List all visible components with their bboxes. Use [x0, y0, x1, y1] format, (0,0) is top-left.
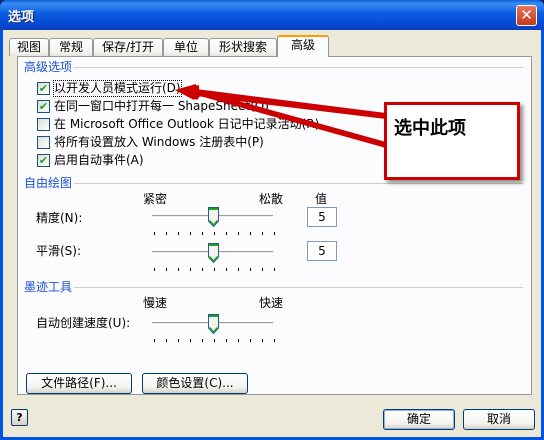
slider-tick — [190, 268, 191, 271]
annotation-callout: 选中此项 — [384, 102, 520, 180]
annotation-text: 选中此项 — [394, 118, 466, 139]
slider-tick — [178, 232, 179, 235]
tab-label: 保存/打开 — [101, 40, 155, 54]
tab-label: 视图 — [16, 40, 41, 54]
slider-tick — [214, 232, 215, 235]
checkbox-label: 在同一窗口中打开每一 ShapeSheet(O) — [54, 99, 269, 113]
help-button[interactable]: ? — [11, 409, 28, 426]
slider-tick — [250, 339, 251, 342]
tab-shape-search[interactable]: 形状搜索 — [209, 38, 277, 56]
tab-general[interactable]: 常规 — [49, 38, 93, 56]
checkbox-label: 以开发人员模式运行(D) — [53, 80, 182, 97]
smoothing-value-text: 5 — [318, 244, 326, 258]
slider-tick — [154, 232, 155, 235]
slider-tick — [166, 339, 167, 342]
slider-tick — [250, 232, 251, 235]
ink-tools-title: 墨迹工具 — [24, 280, 75, 294]
checkbox[interactable] — [37, 136, 50, 149]
slider-tick — [226, 339, 227, 342]
checkbox[interactable] — [37, 118, 50, 131]
group-divider — [73, 287, 523, 288]
loose-label: 松散 — [259, 192, 284, 206]
tab-view[interactable]: 视图 — [9, 38, 49, 56]
slider-tick — [274, 232, 275, 235]
tab-label: 高级 — [290, 38, 315, 52]
checkbox-label: 将所有设置放入 Windows 注册表中(P) — [54, 135, 264, 149]
slider-tick — [238, 232, 239, 235]
slider-tick — [226, 268, 227, 271]
button-label: 颜色设置(C)... — [156, 376, 234, 390]
slider-tick — [250, 268, 251, 271]
precision-value[interactable]: 5 — [307, 207, 337, 227]
slow-label: 慢速 — [143, 296, 168, 310]
tab-units[interactable]: 单位 — [163, 38, 209, 56]
precision-ticks — [154, 232, 275, 235]
precision-label: 精度(N): — [36, 211, 83, 225]
button-label: 文件路径(F)... — [41, 376, 117, 390]
slider-tick — [262, 268, 263, 271]
auto-speed-ticks — [154, 339, 275, 342]
slider-tick — [214, 339, 215, 342]
slider-tick — [178, 339, 179, 342]
advanced-options-title: 高级选项 — [24, 60, 75, 74]
close-button[interactable]: ✕ — [516, 5, 537, 26]
slider-tick — [166, 268, 167, 271]
slider-tick — [202, 268, 203, 271]
slider-tick — [202, 339, 203, 342]
title-bar[interactable]: 选项 ✕ — [0, 0, 544, 30]
options-dialog: 选项 ✕ 视图 常规 保存/打开 单位 形状搜索 高级 高级选项 ✔ 以开发人员… — [0, 0, 544, 440]
slider-tick — [154, 268, 155, 271]
group-divider — [73, 67, 523, 68]
tab-label: 单位 — [173, 40, 198, 54]
slider-tick — [166, 232, 167, 235]
slider-tick — [154, 339, 155, 342]
window-title: 选项 — [8, 10, 35, 25]
slider-tick — [262, 232, 263, 235]
fast-label: 快速 — [259, 296, 284, 310]
checkbox[interactable]: ✔ — [37, 100, 50, 113]
slider-tick — [214, 268, 215, 271]
slider-tick — [262, 339, 263, 342]
tab-label: 形状搜索 — [218, 40, 267, 54]
cancel-button[interactable]: 取消 — [463, 409, 535, 430]
checkbox-label: 启用自动事件(A) — [54, 153, 144, 167]
auto-speed-label: 自动创建速度(U): — [36, 316, 131, 330]
slider-tick — [274, 339, 275, 342]
group-divider — [73, 183, 523, 184]
button-label: 取消 — [486, 412, 511, 426]
file-paths-button[interactable]: 文件路径(F)... — [26, 373, 132, 394]
slider-tick — [226, 232, 227, 235]
help-icon: ? — [16, 411, 23, 424]
slider-tick — [178, 268, 179, 271]
precision-value-text: 5 — [318, 210, 326, 224]
checkbox[interactable]: ✔ — [37, 154, 50, 167]
slider-tick — [238, 339, 239, 342]
slider-tick — [190, 339, 191, 342]
tab-label: 常规 — [58, 40, 83, 54]
smoothing-value[interactable]: 5 — [307, 241, 337, 261]
slider-tick — [274, 268, 275, 271]
ok-button[interactable]: 确定 — [383, 409, 455, 430]
close-icon: ✕ — [520, 6, 533, 24]
auto-speed-slider-thumb[interactable] — [208, 314, 219, 334]
value-header: 值 — [315, 192, 328, 206]
button-label: 确定 — [406, 412, 431, 426]
precision-slider-thumb[interactable] — [208, 207, 219, 227]
smoothing-ticks — [154, 268, 275, 271]
tight-label: 紧密 — [143, 192, 168, 206]
smoothing-slider-thumb[interactable] — [208, 243, 219, 263]
tab-save-open[interactable]: 保存/打开 — [93, 38, 163, 56]
checkbox[interactable]: ✔ — [37, 82, 50, 95]
color-settings-button[interactable]: 颜色设置(C)... — [142, 373, 248, 394]
slider-tick — [202, 232, 203, 235]
checkbox-label: 在 Microsoft Office Outlook 日记中记录活动(R) — [54, 117, 320, 131]
tab-advanced[interactable]: 高级 — [277, 35, 329, 57]
freeform-title: 自由绘图 — [24, 176, 75, 190]
smoothing-label: 平滑(S): — [36, 244, 82, 258]
slider-tick — [190, 232, 191, 235]
slider-tick — [238, 268, 239, 271]
